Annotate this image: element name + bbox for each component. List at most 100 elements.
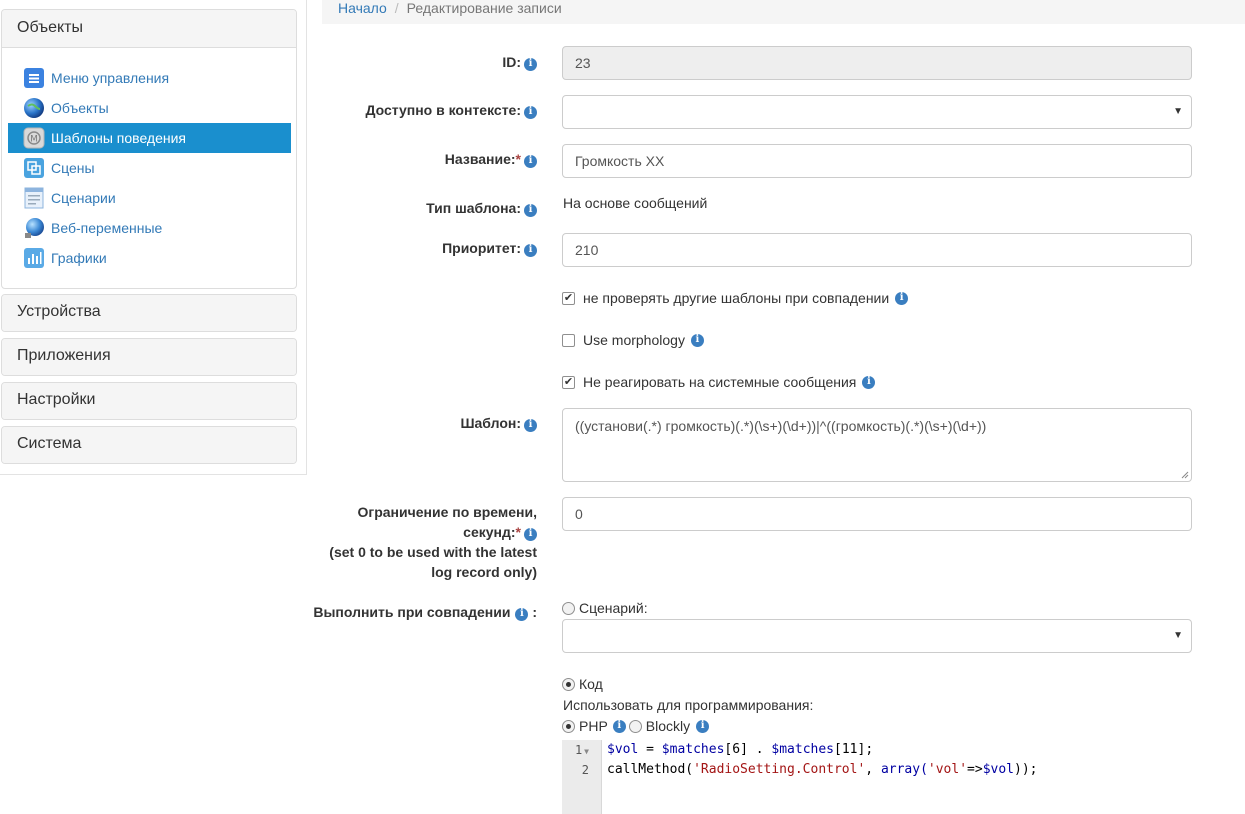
morphology-label: Use morphology xyxy=(583,332,685,348)
info-icon[interactable]: i xyxy=(524,105,537,119)
settings-panel-title[interactable]: Настройки xyxy=(2,383,296,419)
line-number: 1 ▼ xyxy=(574,743,589,757)
name-label: Название:* i xyxy=(445,149,537,169)
php-radio[interactable] xyxy=(562,719,575,733)
fold-arrow-icon[interactable]: ▼ xyxy=(584,747,589,756)
priority-input[interactable]: 210 xyxy=(562,233,1192,267)
info-icon[interactable]: i xyxy=(524,57,537,71)
ignore-system-checkbox[interactable]: ✔ xyxy=(562,375,575,389)
morphology-checkbox[interactable] xyxy=(562,333,575,347)
editor-code[interactable]: $vol = $matches[6] . $matches[11]; callM… xyxy=(607,740,1038,780)
skip-others-label: не проверять другие шаблоны при совпаден… xyxy=(583,290,890,306)
line-number: 2 xyxy=(581,763,589,777)
chart-icon xyxy=(23,247,45,269)
sidebar-item-label: Сцены xyxy=(51,160,95,176)
skip-others-option[interactable]: ✔ не проверять другие шаблоны при совпад… xyxy=(562,290,909,306)
sidebar-item-label: Шаблоны поведения xyxy=(51,130,187,146)
sidebar-item-scripts[interactable]: Сценарии xyxy=(8,183,291,213)
info-icon[interactable]: i xyxy=(895,291,909,305)
info-icon[interactable]: i xyxy=(524,243,537,257)
info-icon[interactable]: i xyxy=(524,154,537,168)
devices-panel-title[interactable]: Устройства xyxy=(2,295,296,331)
time-limit-input[interactable]: 0 xyxy=(562,497,1192,531)
ignore-system-label: Не реагировать на системные сообщения xyxy=(583,374,857,390)
template-type-label-text: Тип шаблона: xyxy=(426,200,521,216)
time-limit-label-line3: (set 0 to be used with the latest xyxy=(329,544,537,560)
morphology-option[interactable]: Use morphology i xyxy=(562,332,704,348)
sidebar-item-web-variables[interactable]: Веб-переменные xyxy=(8,213,291,243)
priority-label-text: Приоритет: xyxy=(442,240,521,256)
name-label-text: Название: xyxy=(444,151,516,167)
system-panel[interactable]: Система xyxy=(1,426,297,464)
sidebar-item-label: Меню управления xyxy=(51,70,170,86)
devices-panel[interactable]: Устройства xyxy=(1,294,297,332)
apps-panel[interactable]: Приложения xyxy=(1,338,297,376)
context-label: Доступно в контексте: i xyxy=(365,100,537,120)
time-limit-label-line4: log record only) xyxy=(431,564,537,580)
script-option[interactable]: Сценарий: xyxy=(562,600,648,616)
skip-others-checkbox[interactable]: ✔ xyxy=(562,291,575,305)
code-option[interactable]: Код xyxy=(562,676,603,692)
objects-panel-title[interactable]: Объекты xyxy=(2,10,296,48)
sidebar-item-scenes[interactable]: Сцены xyxy=(8,153,291,183)
code-line-1: $vol = $matches[6] . $matches[11]; xyxy=(607,742,874,757)
script-select[interactable]: ▼ xyxy=(562,619,1192,653)
info-icon[interactable]: i xyxy=(524,203,537,217)
dropdown-arrow-icon: ▼ xyxy=(1173,106,1183,117)
web-globe-icon xyxy=(23,217,45,239)
breadcrumb-home-link[interactable]: Начало xyxy=(338,0,387,16)
on-match-label-colon: : xyxy=(532,604,537,620)
resize-grip-icon[interactable] xyxy=(1181,471,1189,479)
sidebar-item-label: Графики xyxy=(51,250,107,266)
id-label: ID: i xyxy=(502,52,537,72)
time-limit-label: Ограничение по времени, секунд:* i (set 0… xyxy=(329,502,537,582)
required-mark: * xyxy=(515,151,521,167)
code-radio[interactable] xyxy=(562,677,575,691)
blockly-radio-label: Blockly xyxy=(645,718,691,734)
editor-gutter: 1 ▼ 2 xyxy=(562,740,602,814)
system-panel-title[interactable]: Система xyxy=(2,427,296,463)
context-select[interactable]: ▼ xyxy=(562,95,1192,129)
sidebar-item-objects[interactable]: Объекты xyxy=(8,93,291,123)
priority-label: Приоритет: i xyxy=(442,238,537,258)
breadcrumb: Начало / Редактирование записи xyxy=(322,0,1245,24)
sidebar-item-label: Объекты xyxy=(51,100,109,116)
sidebar-item-behavior-templates[interactable]: M Шаблоны поведения xyxy=(8,123,291,153)
apps-panel-title[interactable]: Приложения xyxy=(2,339,296,375)
svg-text:M: M xyxy=(30,135,38,145)
info-icon[interactable]: i xyxy=(515,607,529,621)
id-label-text: ID: xyxy=(502,54,521,70)
sidebar-item-charts[interactable]: Графики xyxy=(8,243,291,273)
programming-mode-options: PHP i Blockly i xyxy=(562,718,710,734)
menu-icon xyxy=(23,67,45,89)
info-icon[interactable]: i xyxy=(690,333,704,347)
required-mark: * xyxy=(515,524,521,540)
id-field: 23 xyxy=(562,46,1192,80)
ignore-system-option[interactable]: ✔ Не реагировать на системные сообщения i xyxy=(562,374,876,390)
info-icon[interactable]: i xyxy=(862,375,876,389)
sidebar-item-label: Веб-переменные xyxy=(51,220,163,236)
settings-panel[interactable]: Настройки xyxy=(1,382,297,420)
sidebar-item-label: Сценарии xyxy=(51,190,116,206)
objects-panel: Объекты Меню управления Объекты M Шаблон… xyxy=(1,9,297,289)
globe-icon xyxy=(23,97,45,119)
scripts-icon xyxy=(23,187,45,209)
breadcrumb-current: Редактирование записи xyxy=(406,0,562,16)
script-radio-label: Сценарий: xyxy=(579,600,648,616)
template-type-value: На основе сообщений xyxy=(563,195,708,211)
on-match-label-text: Выполнить при совпадении xyxy=(313,604,511,620)
pattern-textarea[interactable]: ((установи(.*) громкость)(.*)(\s+)(\d+))… xyxy=(562,408,1192,482)
code-line-2: callMethod('RadioSetting.Control', array… xyxy=(607,762,1038,777)
script-radio[interactable] xyxy=(562,601,575,615)
info-icon[interactable]: i xyxy=(524,418,537,432)
blockly-radio[interactable] xyxy=(628,719,642,733)
template-icon: M xyxy=(23,127,45,149)
scenes-icon xyxy=(23,157,45,179)
code-editor[interactable]: 1 ▼ 2 $vol = $matches[6] . $matches[11]; … xyxy=(562,740,1192,814)
name-input[interactable]: Громкость ХХ xyxy=(562,144,1192,178)
info-icon[interactable]: i xyxy=(524,527,537,541)
info-icon[interactable]: i xyxy=(696,719,710,733)
sidebar-item-control-menu[interactable]: Меню управления xyxy=(8,63,291,93)
use-for-programming-label: Использовать для программирования: xyxy=(563,697,814,713)
info-icon[interactable]: i xyxy=(612,719,626,733)
